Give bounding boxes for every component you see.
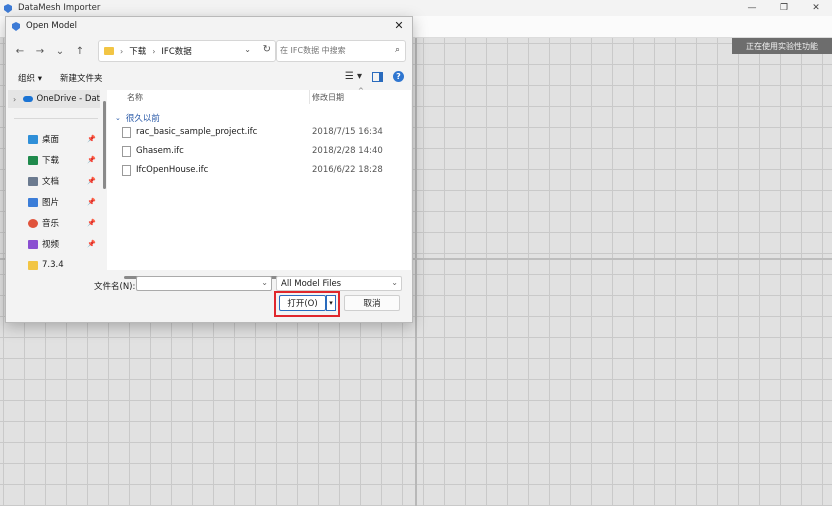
app-logo-icon xyxy=(4,3,12,13)
filename-label: 文件名(N): xyxy=(94,282,136,292)
pin-icon: 📌 xyxy=(87,219,96,227)
document-icon xyxy=(28,176,38,186)
organize-button[interactable]: 组织 ▾ xyxy=(18,72,42,84)
nav-item-label: 桌面 xyxy=(42,135,60,145)
file-type-dropdown-icon[interactable]: ⌄ xyxy=(391,278,398,287)
desktop-icon xyxy=(28,134,38,144)
help-icon[interactable]: ? xyxy=(393,71,404,82)
filename-combobox[interactable]: ⌄ xyxy=(136,276,272,291)
search-input[interactable] xyxy=(280,41,380,59)
pin-icon: 📌 xyxy=(87,198,96,206)
breadcrumb-separator: › xyxy=(120,46,124,56)
breadcrumb-downloads[interactable]: 下载 xyxy=(129,45,146,57)
file-name: IfcOpenHouse.ifc xyxy=(136,165,209,175)
address-bar[interactable]: › 下载 › IFC数据 ⌄ ↻ xyxy=(98,40,276,62)
address-dropdown-icon[interactable]: ⌄ xyxy=(244,45,251,54)
column-header-name[interactable]: 名称 xyxy=(127,90,143,104)
nav-item-desktop[interactable]: 桌面 📌 xyxy=(6,130,100,148)
maximize-button[interactable]: ❐ xyxy=(768,0,800,16)
file-name: rac_basic_sample_project.ifc xyxy=(136,127,258,137)
dialog-title: Open Model xyxy=(26,21,77,31)
nav-item-label: 下载 xyxy=(42,156,60,166)
dialog-titlebar: Open Model ✕ xyxy=(6,17,412,35)
breadcrumb-ifc-data[interactable]: IFC数据 xyxy=(161,45,191,57)
filename-input[interactable] xyxy=(137,277,254,290)
toolbar-right: ☰ ▾ ? xyxy=(345,71,404,82)
file-date: 2018/2/28 14:40 xyxy=(312,146,383,156)
music-icon xyxy=(28,218,38,228)
pin-icon: 📌 xyxy=(87,135,96,143)
refresh-icon[interactable]: ↻ xyxy=(263,44,271,55)
file-row[interactable]: rac_basic_sample_project.ifc 2018/7/15 1… xyxy=(107,123,411,141)
file-date: 2016/6/22 18:28 xyxy=(312,165,383,175)
search-box[interactable]: ⌕ xyxy=(276,40,406,62)
up-folder-button[interactable]: ↑ xyxy=(70,46,90,57)
file-icon xyxy=(122,126,131,138)
column-header-modified[interactable]: 修改日期 xyxy=(312,90,344,104)
dialog-toolbar: 组织 ▾ 新建文件夹 ☰ ▾ ? xyxy=(6,67,412,89)
file-date: 2018/7/15 16:34 xyxy=(312,127,383,137)
cancel-button[interactable]: 取消 xyxy=(344,295,400,311)
pin-icon: 📌 xyxy=(87,156,96,164)
search-icon: ⌕ xyxy=(394,45,400,55)
expand-chevron-icon[interactable]: › xyxy=(13,95,16,104)
app-titlebar: DataMesh Importer — ❐ ✕ xyxy=(0,0,832,16)
file-icon xyxy=(122,145,131,157)
forward-button[interactable]: → xyxy=(30,46,50,57)
app-title: DataMesh Importer xyxy=(18,3,101,13)
new-folder-button[interactable]: 新建文件夹 xyxy=(60,72,103,84)
folder-icon xyxy=(104,47,114,55)
navigation-bar: ← → ⌄ ↑ › 下载 › IFC数据 ⌄ ↻ ⌕ xyxy=(6,37,412,65)
pin-icon: 📌 xyxy=(87,177,96,185)
collapse-chevron-icon: ⌄ xyxy=(115,114,121,122)
open-model-dialog: Open Model ✕ ← → ⌄ ↑ › 下载 › IFC数据 ⌄ ↻ ⌕ … xyxy=(5,16,413,323)
cloud-icon xyxy=(23,96,34,102)
file-row[interactable]: IfcOpenHouse.ifc 2016/6/22 18:28 xyxy=(107,161,411,179)
picture-icon xyxy=(28,197,38,207)
minimize-button[interactable]: — xyxy=(736,0,768,16)
window-controls: — ❐ ✕ xyxy=(736,0,832,16)
nav-item-videos[interactable]: 视频 📌 xyxy=(6,235,100,253)
nav-item-folder-734[interactable]: 7.3.4 xyxy=(6,256,100,270)
column-divider[interactable] xyxy=(309,90,310,104)
back-button[interactable]: ← xyxy=(10,46,30,57)
file-type-value: All Model Files xyxy=(281,278,342,289)
open-button[interactable]: 打开(O) xyxy=(279,295,326,311)
nav-item-label: 视频 xyxy=(42,240,60,250)
file-icon xyxy=(122,164,131,176)
experimental-features-badge: 正在使用实验性功能 xyxy=(732,38,832,54)
file-name: Ghasem.ifc xyxy=(136,146,184,156)
preview-pane-icon[interactable] xyxy=(372,71,383,82)
breadcrumb-separator: › xyxy=(152,46,156,56)
view-options-icon[interactable]: ☰ ▾ xyxy=(345,71,362,82)
nav-divider xyxy=(14,118,98,119)
nav-item-onedrive[interactable]: › OneDrive - Dat xyxy=(8,90,100,108)
dialog-close-button[interactable]: ✕ xyxy=(392,19,406,32)
sort-indicator-icon: ^ xyxy=(358,87,364,95)
close-window-button[interactable]: ✕ xyxy=(800,0,832,16)
open-options-dropdown[interactable]: ▾ xyxy=(326,295,336,311)
folder-icon xyxy=(28,260,38,270)
nav-item-documents[interactable]: 文档 📌 xyxy=(6,172,100,190)
file-list: 名称 ^ 修改日期 ⌄ 很久以前 rac_basic_sample_projec… xyxy=(107,87,411,270)
pin-icon: 📌 xyxy=(87,240,96,248)
nav-item-music[interactable]: 音乐 📌 xyxy=(6,214,100,232)
nav-item-label: OneDrive - Dat xyxy=(36,94,100,104)
nav-pane-scrollbar[interactable] xyxy=(103,101,106,189)
nav-item-label: 文档 xyxy=(42,177,60,187)
download-icon xyxy=(28,155,38,165)
nav-item-label: 音乐 xyxy=(42,219,60,229)
recent-locations-button[interactable]: ⌄ xyxy=(50,46,70,57)
video-icon xyxy=(28,239,38,249)
nav-item-label: 7.3.4 xyxy=(42,260,64,270)
nav-item-downloads[interactable]: 下载 📌 xyxy=(6,151,100,169)
file-type-filter[interactable]: All Model Files ⌄ xyxy=(276,276,402,291)
filename-dropdown-icon[interactable]: ⌄ xyxy=(261,278,268,287)
nav-item-label: 图片 xyxy=(42,198,60,208)
file-row[interactable]: Ghasem.ifc 2018/2/28 14:40 xyxy=(107,142,411,160)
dialog-logo-icon xyxy=(12,21,20,31)
viewport-axis-vertical xyxy=(415,38,417,506)
navigation-pane: › OneDrive - Dat 桌面 📌 下载 📌 文档 📌 图片 📌 音乐 xyxy=(6,90,102,270)
nav-item-pictures[interactable]: 图片 📌 xyxy=(6,193,100,211)
